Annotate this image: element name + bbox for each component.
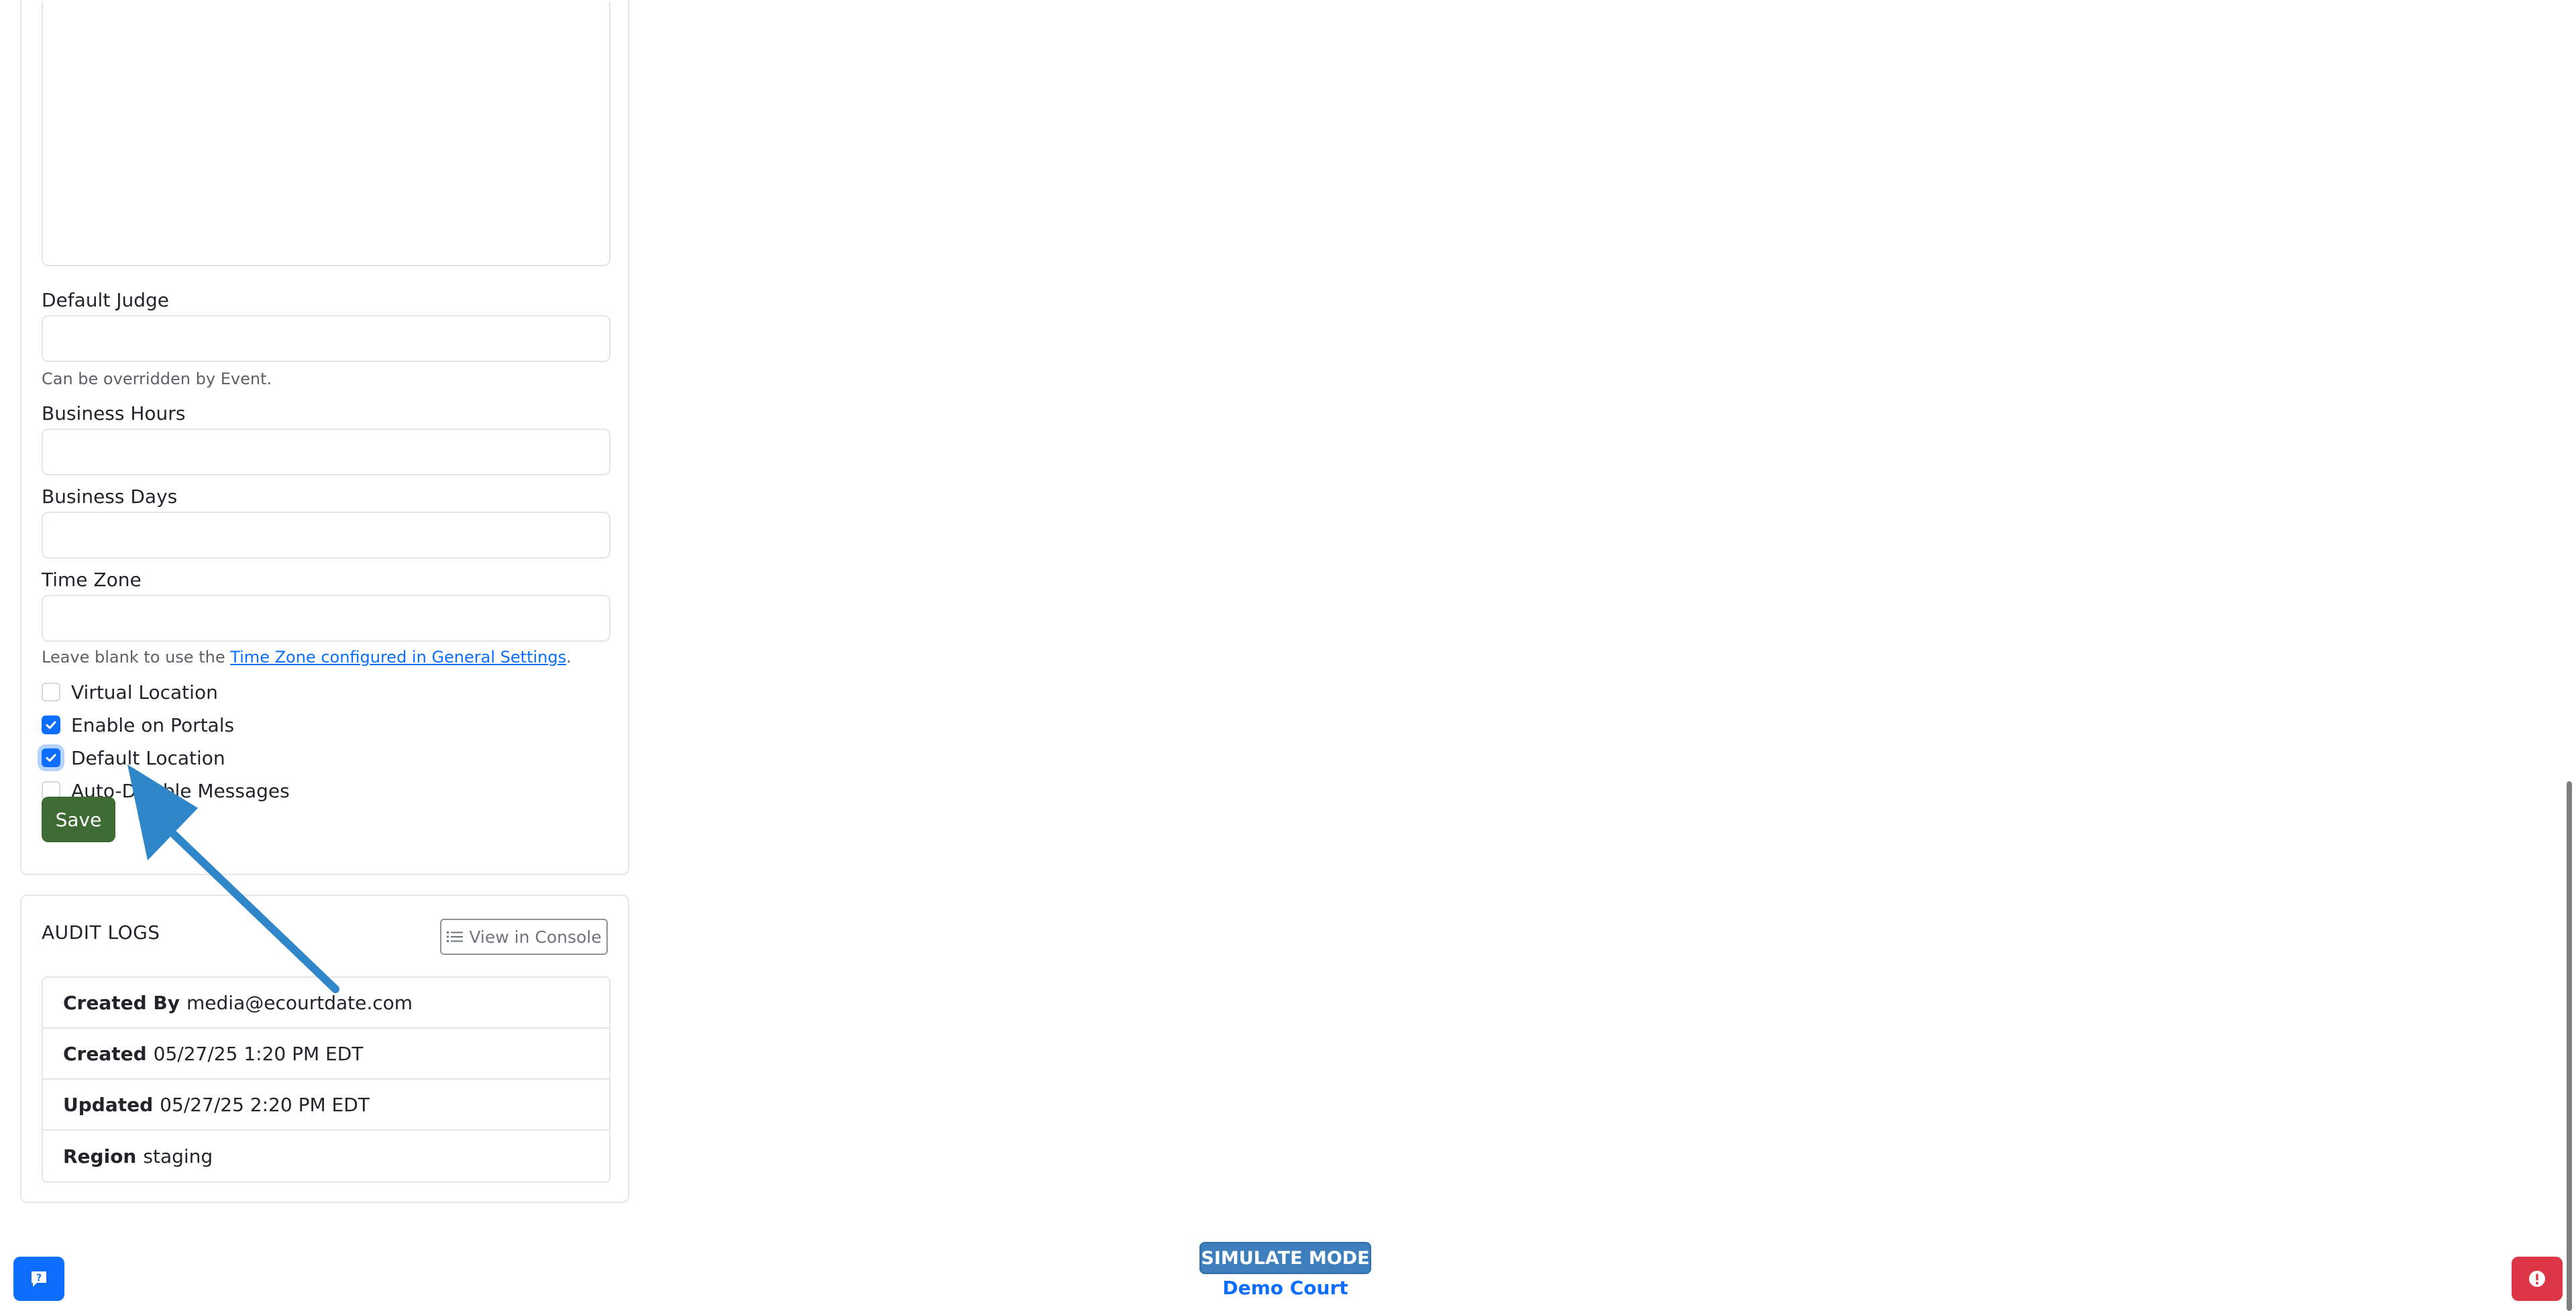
audit-log-value: staging (143, 1145, 213, 1167)
simulate-mode-badge: SIMULATE MODE (1199, 1242, 1371, 1274)
business-hours-label: Business Hours (42, 402, 186, 424)
list-icon (447, 931, 464, 942)
audit-logs-title: AUDIT LOGS (42, 921, 160, 944)
audit-log-key: Updated (63, 1093, 154, 1116)
default-judge-label: Default Judge (42, 289, 169, 311)
audit-log-row-updated: Updated 05/27/25 2:20 PM EDT (43, 1080, 609, 1131)
enable-on-portals-row[interactable]: Enable on Portals (42, 713, 234, 737)
svg-text:?: ? (36, 1273, 42, 1283)
time-zone-label: Time Zone (42, 569, 142, 591)
virtual-location-row[interactable]: Virtual Location (42, 680, 218, 704)
audit-log-row-created-by: Created By media@ecourtdate.com (43, 978, 609, 1029)
audit-logs-card: AUDIT LOGS View in Console Created By me… (20, 895, 629, 1203)
virtual-location-label: Virtual Location (71, 681, 218, 703)
audit-log-value: 05/27/25 1:20 PM EDT (153, 1042, 364, 1065)
business-days-label: Business Days (42, 486, 178, 508)
audit-log-row-created: Created 05/27/25 1:20 PM EDT (43, 1029, 609, 1080)
save-button[interactable]: Save (42, 797, 115, 842)
time-zone-settings-link[interactable]: Time Zone configured in General Settings (230, 648, 566, 667)
time-zone-input[interactable] (42, 595, 610, 642)
help-chat-icon: ? (32, 1271, 46, 1287)
settings-card: Default Judge Can be overridden by Event… (20, 0, 629, 875)
default-judge-input[interactable] (42, 315, 610, 362)
virtual-location-checkbox[interactable] (42, 683, 60, 701)
audit-log-row-region: Region staging (43, 1131, 609, 1182)
alert-button[interactable] (2512, 1257, 2563, 1301)
view-in-console-label: View in Console (469, 927, 602, 947)
time-zone-help-suffix: . (566, 648, 572, 667)
default-location-row[interactable]: Default Location (42, 746, 225, 770)
default-judge-help: Can be overridden by Event. (42, 369, 272, 388)
business-days-input[interactable] (42, 512, 610, 559)
audit-log-key: Region (63, 1145, 137, 1167)
page-scrollbar[interactable] (2567, 781, 2572, 1311)
notes-textarea[interactable] (42, 1, 610, 266)
audit-log-list: Created By media@ecourtdate.com Created … (42, 976, 610, 1183)
default-location-checkbox[interactable] (42, 748, 60, 767)
audit-log-value: media@ecourtdate.com (186, 991, 413, 1014)
enable-on-portals-checkbox[interactable] (42, 716, 60, 734)
time-zone-help: Leave blank to use the Time Zone configu… (42, 649, 572, 665)
audit-log-key: Created (63, 1042, 147, 1065)
checkmark-icon (46, 721, 56, 729)
default-location-label: Default Location (71, 746, 225, 769)
business-hours-input[interactable] (42, 429, 610, 475)
view-in-console-button[interactable]: View in Console (440, 919, 608, 955)
checkmark-icon (46, 754, 56, 762)
time-zone-help-prefix: Leave blank to use the (42, 648, 231, 667)
alert-icon (2529, 1271, 2545, 1287)
enable-on-portals-label: Enable on Portals (71, 713, 235, 736)
audit-log-value: 05/27/25 2:20 PM EDT (160, 1093, 370, 1116)
audit-log-key: Created By (63, 991, 180, 1014)
court-name-link[interactable]: Demo Court (1199, 1277, 1371, 1299)
help-chat-button[interactable]: ? (13, 1257, 64, 1301)
